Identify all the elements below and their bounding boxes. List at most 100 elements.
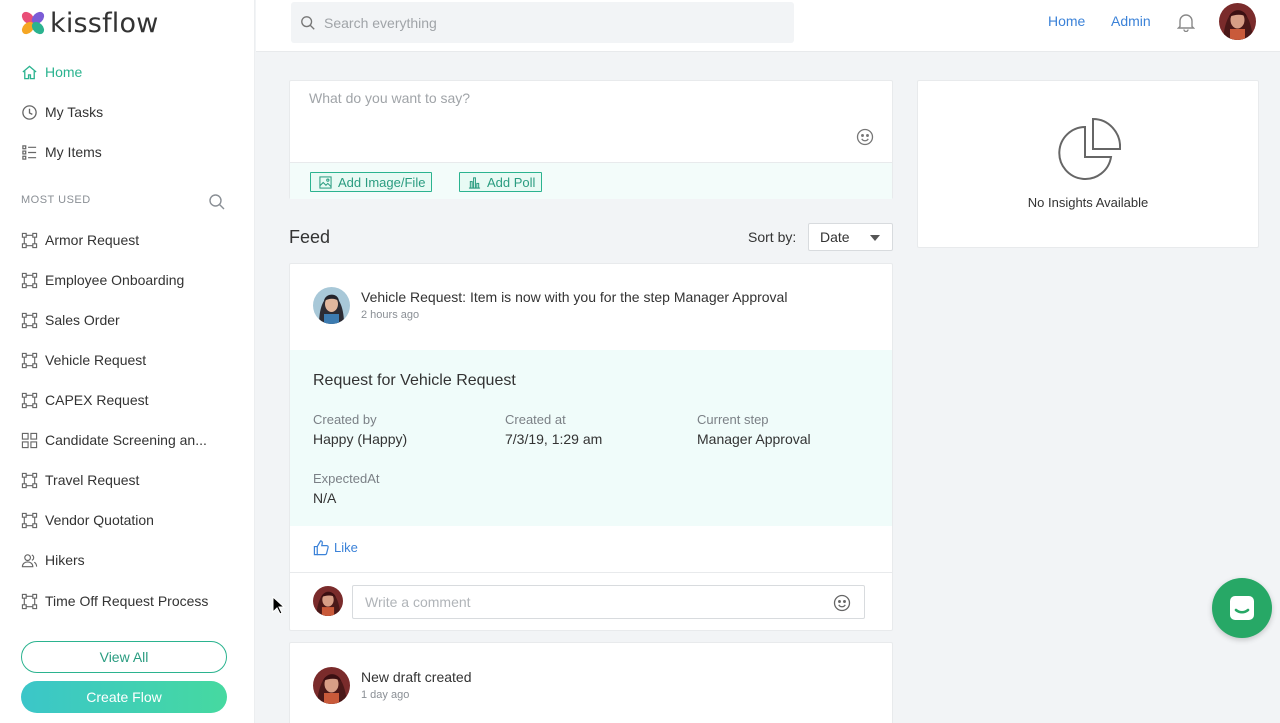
add-image-label: Add Image/File: [338, 174, 426, 190]
thumbs-up-icon: [313, 539, 330, 556]
nav-home-label: Home: [45, 64, 83, 80]
process-icon: [20, 592, 38, 610]
process-icon: [20, 311, 38, 329]
nav-my-tasks-label: My Tasks: [45, 104, 104, 120]
search-input[interactable]: [324, 14, 764, 31]
process-icon: [20, 231, 38, 249]
insights-panel: No Insights Available: [917, 80, 1259, 248]
sort-dropdown[interactable]: Date: [808, 223, 893, 251]
brand-name: kissflow: [50, 7, 159, 39]
request-detail[interactable]: Request for Vehicle Request Created by H…: [290, 350, 892, 526]
poll-icon: [468, 176, 481, 189]
sidebar-item-candidate-screening[interactable]: Candidate Screening an...: [20, 429, 207, 451]
sidebar-item-time-off-request[interactable]: Time Off Request Process: [20, 590, 208, 612]
grid-icon: [20, 431, 38, 449]
sidebar-item-label: CAPEX Request: [45, 392, 149, 408]
sidebar-item-label: Candidate Screening an...: [45, 432, 207, 448]
top-link-admin[interactable]: Admin: [1111, 13, 1151, 29]
chevron-down-icon: [870, 235, 880, 241]
feed-item-time: 1 day ago: [361, 689, 410, 701]
list-icon: [20, 143, 38, 161]
top-link-home[interactable]: Home: [1048, 13, 1085, 29]
composer-toolbar: Add Image/File Add Poll: [290, 162, 892, 199]
avatar: [313, 586, 343, 616]
sidebar-item-sales-order[interactable]: Sales Order: [20, 309, 120, 331]
chat-launcher-button[interactable]: [1212, 578, 1272, 638]
pie-chart-icon: [1057, 117, 1122, 183]
sidebar-item-label: Vehicle Request: [45, 352, 147, 368]
feed-item: New draft created 1 day ago: [289, 642, 893, 723]
emoji-icon[interactable]: [856, 128, 874, 146]
sidebar-item-capex-request[interactable]: CAPEX Request: [20, 389, 149, 411]
sidebar-item-label: Hikers: [45, 552, 85, 568]
feed-item-title[interactable]: Vehicle Request: Item is now with you fo…: [361, 289, 787, 305]
process-icon: [20, 351, 38, 369]
chat-icon: [1227, 593, 1257, 623]
sidebar-item-label: Vendor Quotation: [45, 512, 154, 528]
clock-icon: [20, 103, 38, 121]
field-label: Created by: [313, 412, 377, 427]
search-icon: [300, 15, 316, 31]
post-composer: Add Image/File Add Poll: [289, 80, 893, 199]
most-used-label: MOST USED: [21, 194, 91, 206]
global-search[interactable]: [291, 2, 794, 43]
process-icon: [20, 391, 38, 409]
image-icon: [319, 175, 332, 189]
kissflow-logo[interactable]: kissflow: [20, 7, 159, 39]
sidebar-item-armor-request[interactable]: Armor Request: [20, 229, 139, 251]
process-icon: [20, 271, 38, 289]
nav-my-items-label: My Items: [45, 144, 102, 160]
feed-item-title[interactable]: New draft created: [361, 669, 472, 685]
feed-item-time: 2 hours ago: [361, 309, 420, 321]
user-avatar[interactable]: [1219, 3, 1256, 40]
comment-field[interactable]: [352, 585, 865, 619]
kissflow-logo-icon: [21, 11, 45, 35]
field-label: ExpectedAt: [313, 471, 380, 486]
view-all-button[interactable]: View All: [21, 641, 227, 673]
comment-input[interactable]: [365, 594, 825, 610]
sidebar-item-employee-onboarding[interactable]: Employee Onboarding: [20, 269, 184, 291]
process-icon: [20, 471, 38, 489]
field-value: Manager Approval: [697, 431, 811, 447]
sort-label: Sort by:: [748, 229, 797, 245]
request-title: Request for Vehicle Request: [313, 372, 516, 389]
top-bar: Home Admin: [256, 0, 1280, 52]
sidebar-item-label: Sales Order: [45, 312, 120, 328]
emoji-icon[interactable]: [833, 594, 851, 612]
avatar[interactable]: [313, 667, 350, 704]
users-icon: [20, 551, 38, 569]
post-input[interactable]: [309, 90, 829, 140]
feed-title: Feed: [289, 227, 331, 247]
create-flow-button[interactable]: Create Flow: [21, 681, 227, 713]
sidebar-item-travel-request[interactable]: Travel Request: [20, 469, 139, 491]
field-label: Created at: [505, 412, 566, 427]
sidebar-item-label: Travel Request: [45, 472, 140, 488]
mouse-cursor-icon: [272, 596, 286, 615]
nav-my-items[interactable]: My Items: [20, 141, 102, 163]
sidebar-item-vendor-quotation[interactable]: Vendor Quotation: [20, 509, 154, 531]
add-poll-label: Add Poll: [487, 174, 536, 190]
search-icon[interactable]: [208, 193, 226, 211]
field-value: Happy (Happy): [313, 431, 408, 447]
avatar[interactable]: [313, 287, 350, 324]
like-label: Like: [334, 540, 358, 555]
feed-item: Vehicle Request: Item is now with you fo…: [289, 263, 893, 631]
sidebar-item-label: Employee Onboarding: [45, 272, 185, 288]
field-label: Current step: [697, 412, 769, 427]
no-insights-text: No Insights Available: [1027, 195, 1149, 210]
nav-my-tasks[interactable]: My Tasks: [20, 101, 103, 123]
add-image-button[interactable]: Add Image/File: [310, 172, 433, 192]
field-value: N/A: [313, 490, 337, 506]
like-button[interactable]: Like: [313, 539, 358, 556]
nav-home[interactable]: Home: [20, 61, 82, 83]
comment-row: [290, 572, 892, 630]
process-icon: [20, 511, 38, 529]
bell-icon[interactable]: [1176, 12, 1196, 33]
sort-value: Date: [820, 229, 850, 245]
sidebar-item-vehicle-request[interactable]: Vehicle Request: [20, 349, 146, 371]
sidebar: kissflow Home My Tasks My Items MOST USE…: [0, 0, 255, 723]
home-icon: [20, 63, 38, 81]
sidebar-item-hikers[interactable]: Hikers: [20, 549, 85, 571]
add-poll-button[interactable]: Add Poll: [459, 172, 543, 192]
field-value: 7/3/19, 1:29 am: [505, 431, 603, 447]
